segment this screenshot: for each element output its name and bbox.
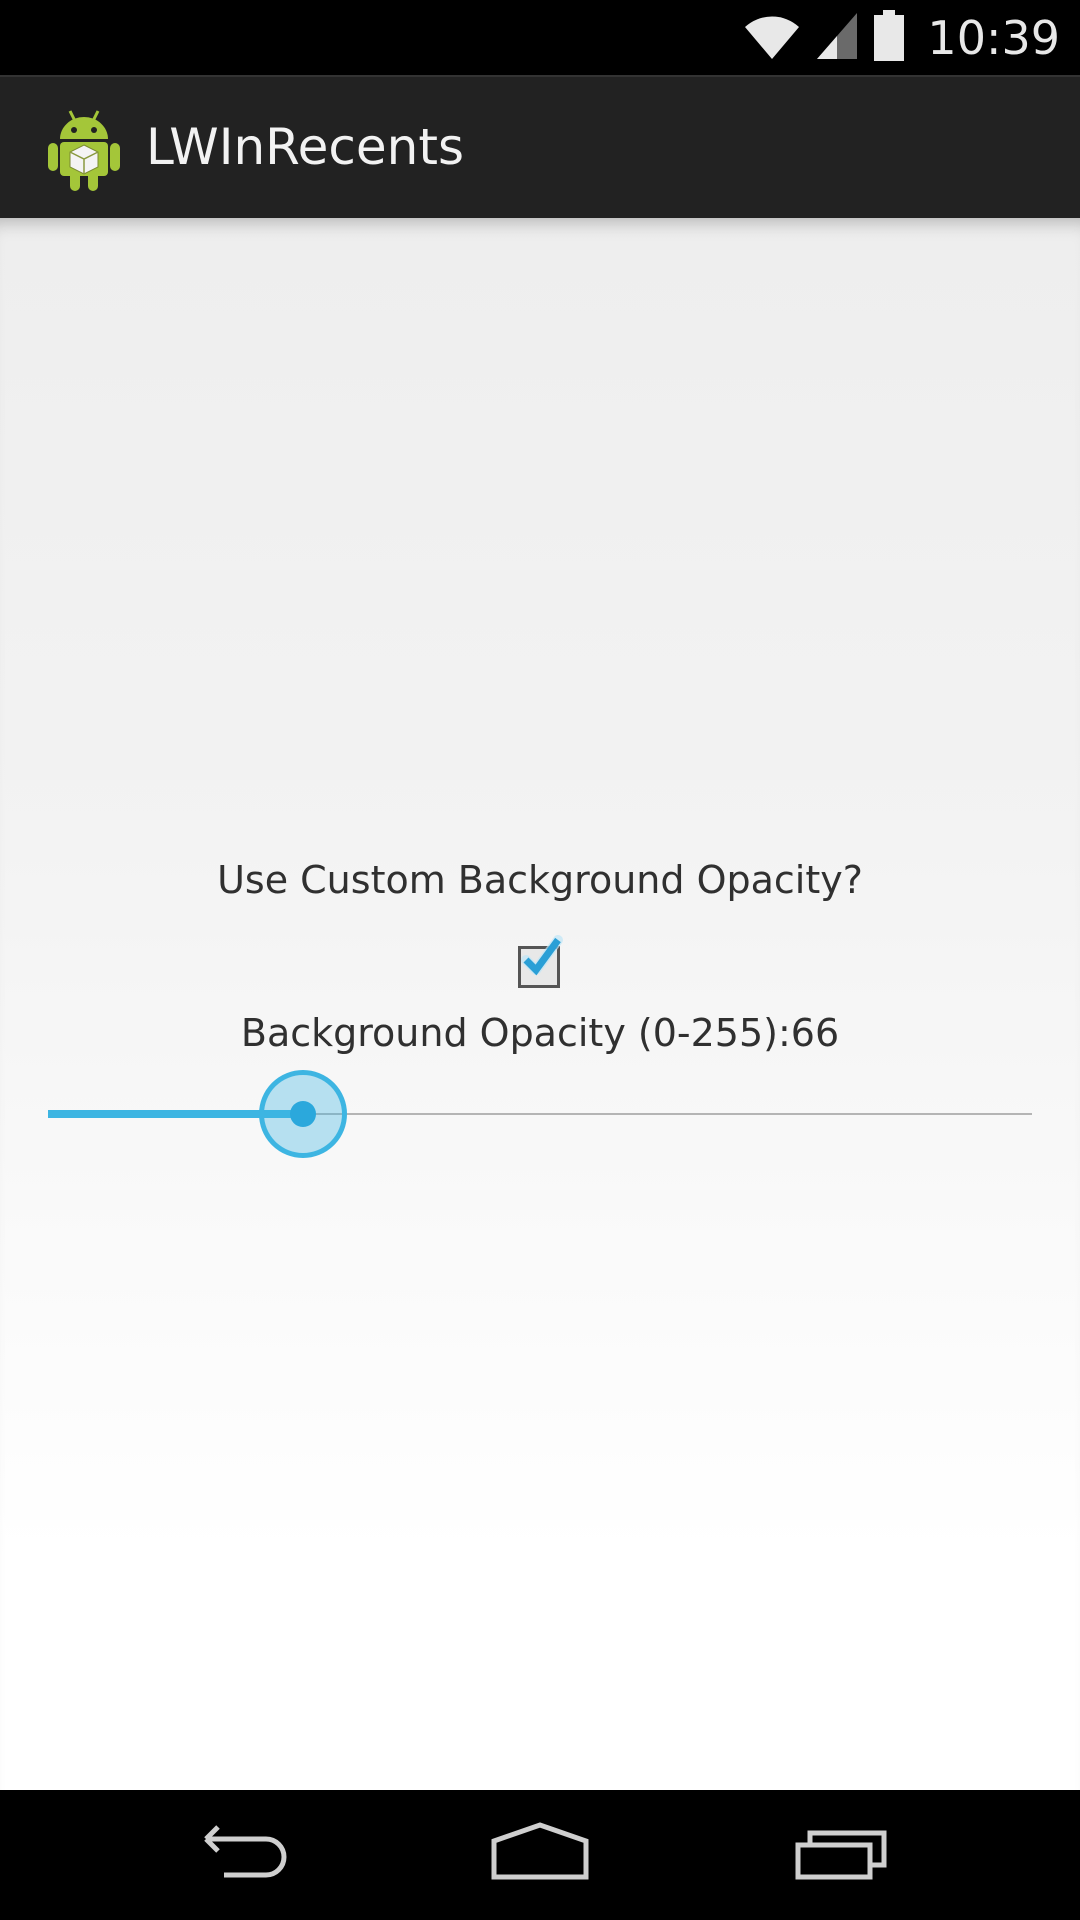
- slider-thumb[interactable]: [259, 1070, 347, 1158]
- back-button[interactable]: [186, 1815, 296, 1895]
- status-bar: 10:39: [0, 0, 1080, 75]
- slider-thumb-dot: [290, 1101, 316, 1127]
- back-icon: [204, 1825, 287, 1878]
- checkmark-icon: [521, 935, 563, 976]
- settings-panel: Use Custom Background Opacity? Backgroun…: [0, 218, 1080, 1790]
- opacity-value-label: Background Opacity (0-255):66: [240, 1011, 840, 1055]
- navigation-bar: [0, 1790, 1080, 1920]
- status-time: 10:39: [927, 10, 1060, 65]
- android-app-icon[interactable]: [46, 105, 122, 193]
- status-icons: 10:39: [743, 0, 1060, 75]
- wifi-icon: [743, 11, 801, 65]
- recents-icon: [795, 1830, 887, 1880]
- recents-button[interactable]: [788, 1815, 898, 1895]
- action-bar: LWInRecents: [0, 75, 1080, 218]
- custom-opacity-label: Use Custom Background Opacity?: [217, 858, 863, 902]
- battery-icon: [873, 9, 905, 66]
- app-title: LWInRecents: [146, 118, 464, 176]
- home-button[interactable]: [485, 1815, 595, 1895]
- signal-icon: [815, 11, 859, 65]
- opacity-slider[interactable]: [48, 1066, 1032, 1162]
- home-icon: [491, 1822, 589, 1880]
- custom-opacity-checkbox[interactable]: [514, 930, 566, 988]
